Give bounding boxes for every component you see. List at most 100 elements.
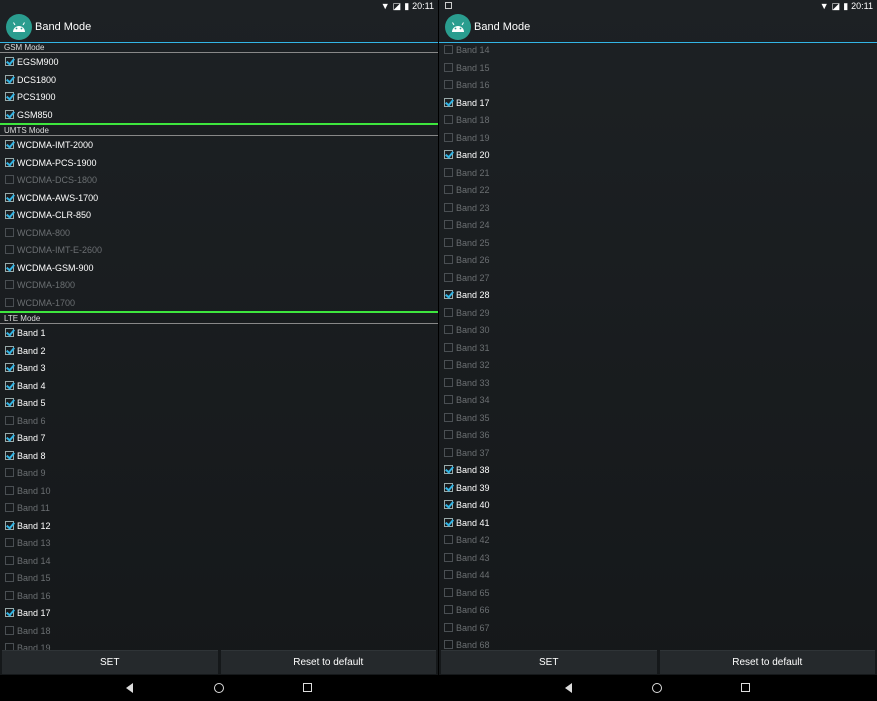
band-item[interactable]: Band 30 (439, 321, 877, 339)
band-item[interactable]: Band 19 (439, 129, 877, 147)
checkbox[interactable] (5, 280, 14, 289)
checkbox[interactable] (444, 412, 453, 422)
checkbox[interactable] (444, 220, 453, 229)
band-item[interactable]: Band 43 (439, 549, 877, 567)
band-item[interactable]: Band 32 (439, 356, 877, 374)
band-item[interactable]: Band 9 (0, 464, 438, 482)
band-item[interactable]: Band 37 (439, 444, 877, 462)
checkbox[interactable] (5, 503, 14, 512)
band-item[interactable]: Band 41 (439, 514, 877, 532)
band-item[interactable]: Band 14 (439, 42, 877, 59)
checkbox[interactable] (5, 485, 14, 495)
checkbox[interactable] (444, 150, 453, 159)
checkbox[interactable] (444, 377, 453, 387)
checkbox[interactable] (5, 450, 14, 460)
band-item[interactable]: Band 13 (0, 534, 438, 552)
band-item[interactable]: WCDMA-DCS-1800 (0, 171, 438, 189)
checkbox[interactable] (444, 640, 453, 649)
band-item[interactable]: Band 26 (439, 251, 877, 269)
band-item[interactable]: Band 3 (0, 359, 438, 377)
band-item[interactable]: Band 33 (439, 374, 877, 392)
checkbox[interactable] (5, 538, 14, 547)
band-item[interactable]: Band 36 (439, 426, 877, 444)
band-item[interactable]: WCDMA-GSM-900 (0, 259, 438, 277)
band-item[interactable]: Band 8 (0, 447, 438, 465)
band-item[interactable]: Band 16 (439, 76, 877, 94)
band-item[interactable]: Band 66 (439, 601, 877, 619)
band-list[interactable]: Band 14 Band 15 Band 16 Band 17 Band 18 Band … (439, 42, 877, 650)
checkbox[interactable] (5, 192, 14, 202)
checkbox[interactable] (5, 57, 14, 66)
band-item[interactable]: Band 17 (439, 94, 877, 112)
band-item[interactable]: WCDMA-IMT-E-2600 (0, 241, 438, 259)
band-item[interactable]: Band 42 (439, 531, 877, 549)
checkbox[interactable] (444, 307, 453, 317)
band-item[interactable]: WCDMA-800 (0, 224, 438, 242)
band-item[interactable]: Band 28 (439, 286, 877, 304)
recents-icon[interactable] (303, 683, 312, 692)
checkbox[interactable] (5, 608, 14, 617)
checkbox[interactable] (5, 245, 14, 254)
checkbox[interactable] (444, 97, 453, 107)
band-item[interactable]: Band 12 (0, 517, 438, 535)
checkbox[interactable] (5, 262, 14, 272)
checkbox[interactable] (444, 45, 453, 54)
band-item[interactable]: WCDMA-CLR-850 (0, 206, 438, 224)
checkbox[interactable] (444, 202, 453, 212)
band-item[interactable]: PCS1900 (0, 88, 438, 106)
band-item[interactable]: EGSM900 (0, 53, 438, 71)
checkbox[interactable] (444, 622, 453, 632)
band-item[interactable]: Band 2 (0, 342, 438, 360)
checkbox[interactable] (5, 468, 14, 477)
checkbox[interactable] (444, 115, 453, 124)
home-icon[interactable] (214, 683, 224, 693)
checkbox[interactable] (444, 447, 453, 457)
checkbox[interactable] (5, 415, 14, 425)
band-item[interactable]: WCDMA-IMT-2000 (0, 136, 438, 154)
band-item[interactable]: Band 68 (439, 636, 877, 650)
checkbox[interactable] (5, 433, 14, 442)
checkbox[interactable] (5, 92, 14, 101)
checkbox[interactable] (444, 185, 453, 194)
band-item[interactable]: WCDMA-1700 (0, 294, 438, 312)
band-item[interactable]: Band 39 (439, 479, 877, 497)
checkbox[interactable] (444, 465, 453, 474)
checkbox[interactable] (5, 363, 14, 372)
band-item[interactable]: Band 7 (0, 429, 438, 447)
checkbox[interactable] (444, 325, 453, 334)
reset-default-button[interactable]: Reset to default (659, 650, 875, 674)
band-item[interactable]: WCDMA-1800 (0, 276, 438, 294)
band-item[interactable]: Band 22 (439, 181, 877, 199)
band-item[interactable]: Band 40 (439, 496, 877, 514)
band-item[interactable]: Band 65 (439, 584, 877, 602)
band-item[interactable]: Band 17 (0, 604, 438, 622)
checkbox[interactable] (5, 157, 14, 167)
band-item[interactable]: Band 29 (439, 304, 877, 322)
home-icon[interactable] (652, 683, 662, 693)
checkbox[interactable] (5, 625, 14, 635)
band-item[interactable]: Band 14 (0, 552, 438, 570)
band-item[interactable]: Band 10 (0, 482, 438, 500)
checkbox[interactable] (5, 175, 14, 184)
band-item[interactable]: Band 6 (0, 412, 438, 430)
checkbox[interactable] (444, 290, 453, 299)
band-item[interactable]: DCS1800 (0, 71, 438, 89)
checkbox[interactable] (444, 517, 453, 527)
checkbox[interactable] (5, 345, 14, 355)
band-item[interactable]: Band 35 (439, 409, 877, 427)
band-item[interactable]: Band 31 (439, 339, 877, 357)
checkbox[interactable] (444, 237, 453, 247)
band-item[interactable]: Band 21 (439, 164, 877, 182)
band-item[interactable]: Band 27 (439, 269, 877, 287)
set-button[interactable]: SET (2, 650, 218, 674)
band-item[interactable]: WCDMA-AWS-1700 (0, 189, 438, 207)
set-button[interactable]: SET (441, 650, 657, 674)
checkbox[interactable] (444, 360, 453, 369)
checkbox[interactable] (444, 535, 453, 544)
band-item[interactable]: Band 11 (0, 499, 438, 517)
checkbox[interactable] (5, 210, 14, 219)
checkbox[interactable] (444, 482, 453, 492)
band-item[interactable]: GSM850 (0, 106, 438, 124)
checkbox[interactable] (444, 500, 453, 509)
band-item[interactable]: Band 5 (0, 394, 438, 412)
